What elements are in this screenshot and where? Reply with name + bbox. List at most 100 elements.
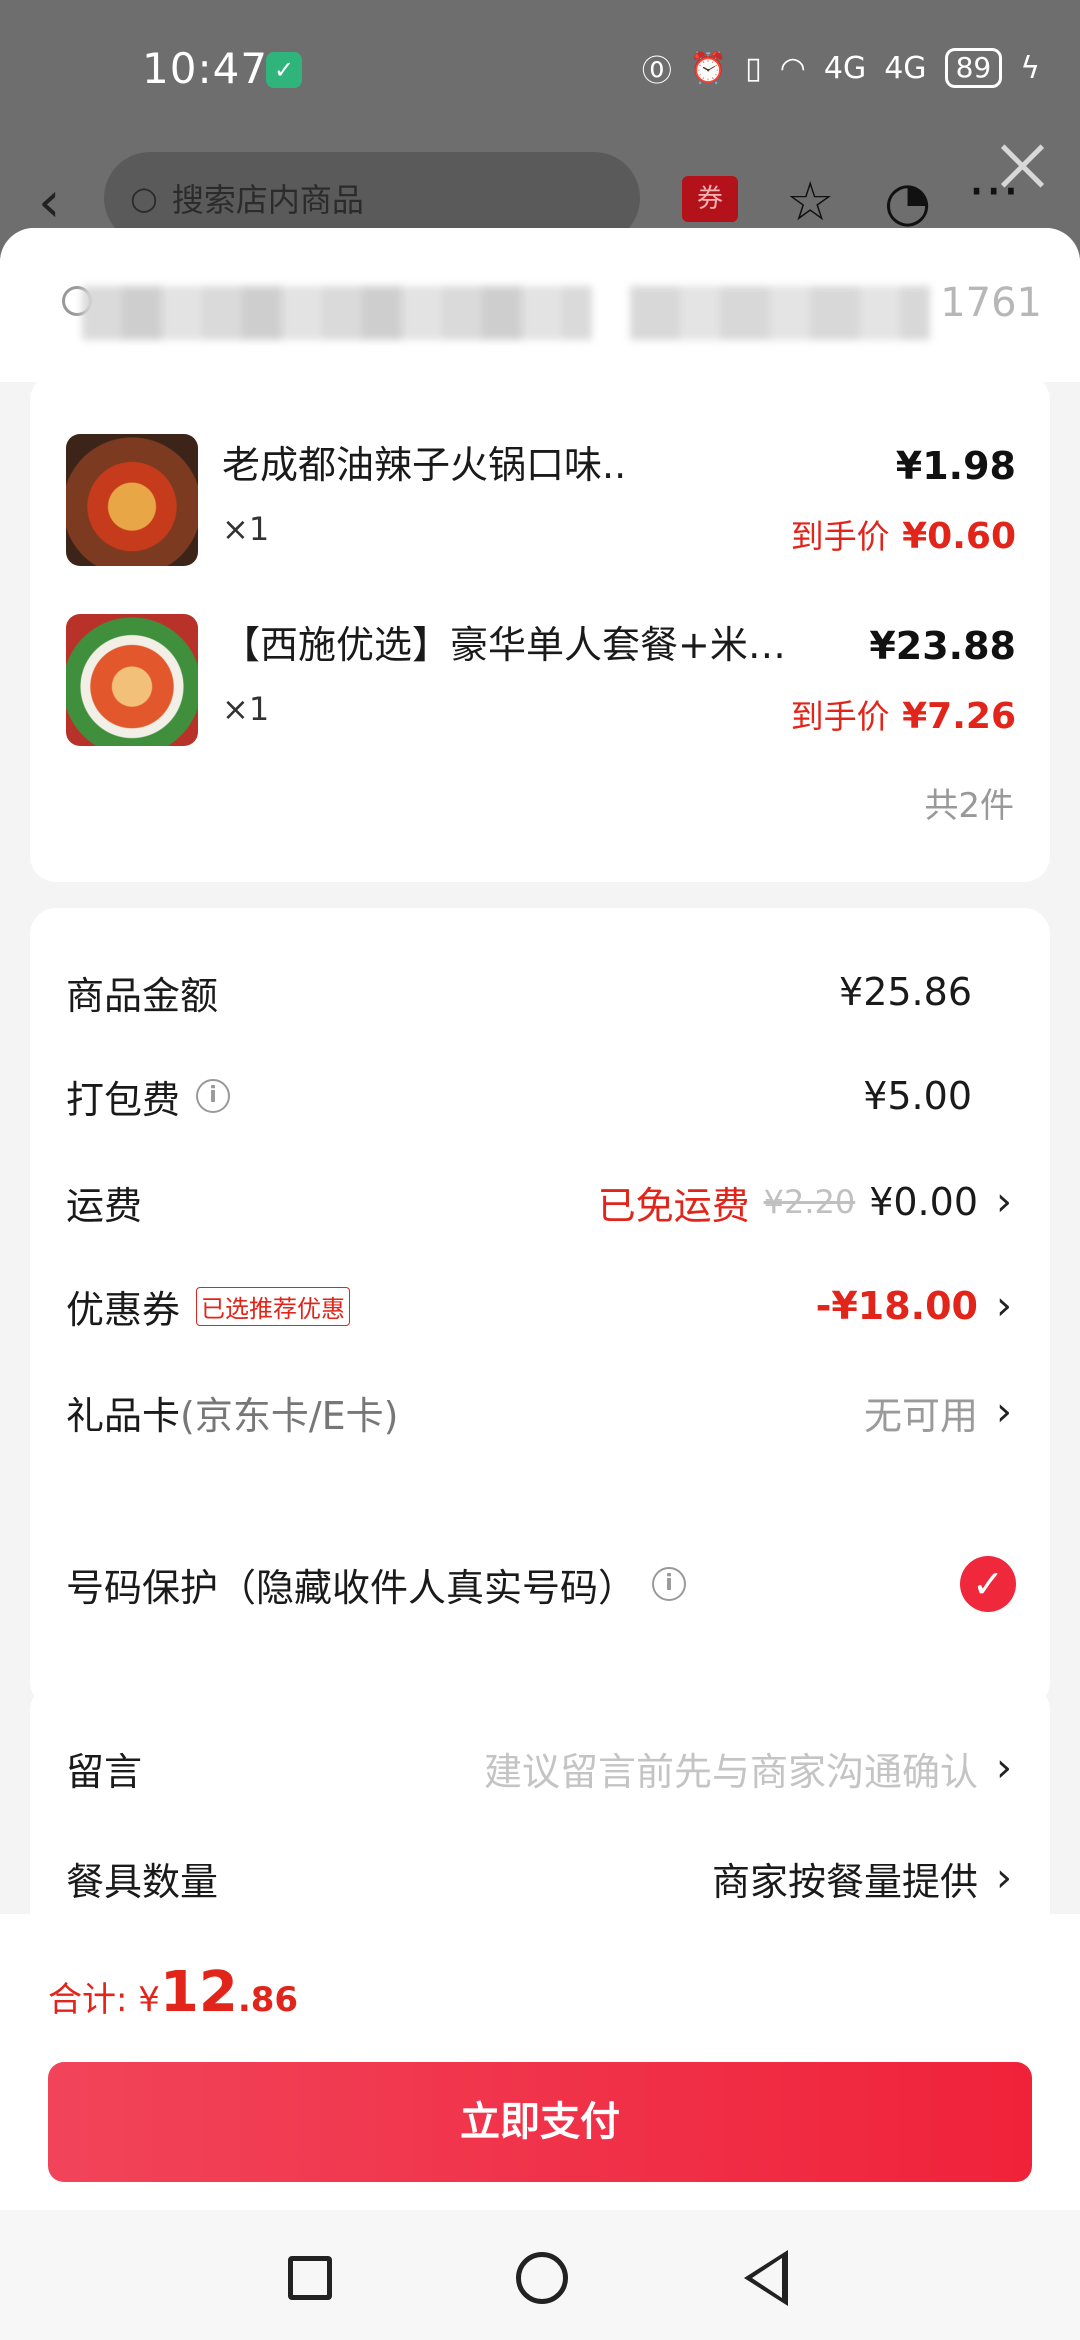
vibrate-icon: ▯ <box>745 50 762 86</box>
item-final-price: 到手价 ¥0.60 <box>791 510 1016 558</box>
charging-icon: ϟ <box>1020 50 1040 86</box>
item-image <box>66 434 198 566</box>
system-nav-bar <box>0 2210 1080 2340</box>
coupon-row[interactable]: 优惠券 已选推荐优惠 -¥18.00 › <box>66 1276 1016 1336</box>
packing-fee-label: 打包费 i <box>66 1069 231 1124</box>
item-image <box>66 614 198 746</box>
status-bar: 10:47 ✓ ⓪ ⏰ ▯ ◠ 4G 4G 89 ϟ <box>0 0 1080 140</box>
shipping-label: 运费 <box>66 1183 143 1228</box>
chevron-right-icon: › <box>996 1389 1012 1435</box>
goods-amount-label: 商品金额 <box>66 973 219 1018</box>
gift-card-value: 无可用 › <box>864 1385 1016 1440</box>
tableware-value: 商家按餐量提供 › <box>712 1851 1016 1906</box>
free-shipping-text: 已免运费 <box>597 1183 750 1228</box>
final-label: 到手价 <box>790 517 890 556</box>
hd-call-icon: ⓪ <box>641 54 672 89</box>
address-bar[interactable]: 1761 <box>0 228 1080 382</box>
tableware-row[interactable]: 餐具数量 商家按餐量提供 › <box>66 1848 1016 1908</box>
original-shipping: ¥2.20 <box>763 1183 856 1221</box>
chevron-right-icon: › <box>996 1283 1012 1329</box>
battery-icon: 89 <box>944 48 1003 88</box>
back-icon[interactable]: ‹ <box>38 170 60 235</box>
total-cents: .86 <box>237 1980 299 2020</box>
close-icon[interactable] <box>994 138 1050 194</box>
address-tail: 1761 <box>940 280 1042 326</box>
shipping-row[interactable]: 运费 已免运费 ¥2.20 ¥0.00 › <box>66 1172 1016 1232</box>
final-value: ¥7.26 <box>902 696 1016 737</box>
chevron-right-icon: › <box>996 1745 1012 1791</box>
item-count: 共2件 <box>924 786 1014 826</box>
total-integer: 12 <box>159 1960 238 2025</box>
item-price: ¥23.88 <box>869 624 1016 668</box>
checkout-footer: 合计: ¥12.86 立即支付 <box>0 1914 1080 2340</box>
checkout-sheet: 1761 老成都油辣子火锅口味.. ×1 ¥1.98 到手价 ¥0.60 【西施… <box>0 228 1080 1914</box>
coupon-label: 优惠券 已选推荐优惠 <box>66 1279 351 1334</box>
gift-card-sub: (京东卡/E卡) <box>180 1393 399 1438</box>
alarm-icon: ⏰ <box>689 50 728 86</box>
number-protection-row[interactable]: 号码保护（隐藏收件人真实号码） i ✓ <box>66 1554 1016 1614</box>
coupon-text: 优惠券 <box>66 1287 181 1332</box>
item-name: 老成都油辣子火锅口味.. <box>222 443 627 487</box>
currency-symbol: ¥ <box>138 1980 160 2020</box>
final-label: 到手价 <box>790 697 890 736</box>
gift-card-row[interactable]: 礼品卡 (京东卡/E卡) 无可用 › <box>66 1382 1016 1442</box>
item-name: 【西施优选】豪华单人套餐+米… <box>222 623 786 667</box>
shipping-value: 已免运费 ¥2.20 ¥0.00 › <box>598 1175 1016 1230</box>
extras-card: 留言 建议留言前先与商家沟通确认 › 餐具数量 商家按餐量提供 › <box>30 1684 1050 1914</box>
total-amount: 合计: ¥12.86 <box>48 1960 298 2025</box>
packing-fee-text: 打包费 <box>66 1077 181 1122</box>
packing-fee-row: 打包费 i ¥5.00 <box>66 1066 1016 1126</box>
signal-icon-2: 4G <box>884 50 927 86</box>
status-icons: ⓪ ⏰ ▯ ◠ 4G 4G 89 ϟ <box>642 46 1040 90</box>
coupon-icon[interactable]: 券 <box>682 176 738 222</box>
number-protection-text: 号码保护（隐藏收件人真实号码） <box>66 1565 637 1610</box>
packing-fee-value: ¥5.00 <box>863 1074 972 1118</box>
eco-icon: ✓ <box>266 52 302 88</box>
list-item[interactable]: 老成都油辣子火锅口味.. ×1 ¥1.98 到手价 ¥0.60 <box>66 434 1016 574</box>
pay-now-button[interactable]: 立即支付 <box>48 2062 1032 2182</box>
coupon-value: -¥18.00 › <box>816 1283 1016 1329</box>
note-label: 留言 <box>66 1749 143 1794</box>
checkmark-icon[interactable]: ✓ <box>960 1556 1016 1612</box>
list-item[interactable]: 【西施优选】豪华单人套餐+米… ×1 ¥23.88 到手价 ¥7.26 <box>66 614 1016 754</box>
recents-icon[interactable] <box>288 2256 332 2300</box>
star-icon[interactable]: ☆ <box>786 170 834 233</box>
address-blurred <box>82 286 592 340</box>
signal-icon: 4G <box>823 50 867 86</box>
number-protection-toggle[interactable]: ✓ <box>960 1556 1016 1612</box>
clock: 10:47 <box>142 44 269 93</box>
item-qty: ×1 <box>222 690 270 728</box>
note-placeholder: 建议留言前先与商家沟通确认 <box>483 1749 978 1794</box>
search-placeholder: 搜索店内商品 <box>171 181 364 219</box>
total-label: 合计: <box>48 1980 128 2020</box>
info-icon[interactable]: i <box>196 1079 231 1113</box>
note-value: 建议留言前先与商家沟通确认 › <box>484 1741 1016 1796</box>
note-row[interactable]: 留言 建议留言前先与商家沟通确认 › <box>66 1738 1016 1798</box>
tableware-label: 餐具数量 <box>66 1859 219 1904</box>
gift-card-text: 礼品卡 <box>66 1393 181 1438</box>
item-final-price: 到手价 ¥7.26 <box>791 690 1016 738</box>
items-card: 老成都油辣子火锅口味.. ×1 ¥1.98 到手价 ¥0.60 【西施优选】豪华… <box>30 374 1050 882</box>
final-value: ¥0.60 <box>902 516 1016 557</box>
item-price: ¥1.98 <box>895 444 1016 488</box>
chat-icon[interactable]: ◔ <box>884 170 931 233</box>
gift-card-status: 无可用 <box>863 1393 978 1438</box>
gift-card-label: 礼品卡 (京东卡/E卡) <box>66 1385 398 1440</box>
tableware-text: 商家按餐量提供 <box>711 1859 978 1904</box>
home-icon[interactable] <box>516 2252 568 2304</box>
goods-amount-row: 商品金额 ¥25.86 <box>66 962 1016 1022</box>
item-qty: ×1 <box>222 510 270 548</box>
coupon-amount: -¥18.00 <box>815 1284 978 1328</box>
number-protection-label: 号码保护（隐藏收件人真实号码） i <box>66 1557 687 1612</box>
shipping-amount: ¥0.00 <box>869 1180 978 1224</box>
search-icon: ○ <box>130 179 158 217</box>
recommended-tag: 已选推荐优惠 <box>196 1286 351 1326</box>
chevron-right-icon: › <box>996 1855 1012 1901</box>
privacy-card: 号码保护（隐藏收件人真实号码） i ✓ <box>30 1512 1050 1656</box>
chevron-right-icon: › <box>996 1179 1012 1225</box>
info-icon[interactable]: i <box>652 1567 687 1601</box>
back-nav-icon[interactable] <box>744 2250 788 2306</box>
goods-amount-value: ¥25.86 <box>839 970 972 1014</box>
wifi-icon: ◠ <box>779 50 806 86</box>
phone-blurred <box>630 286 930 340</box>
